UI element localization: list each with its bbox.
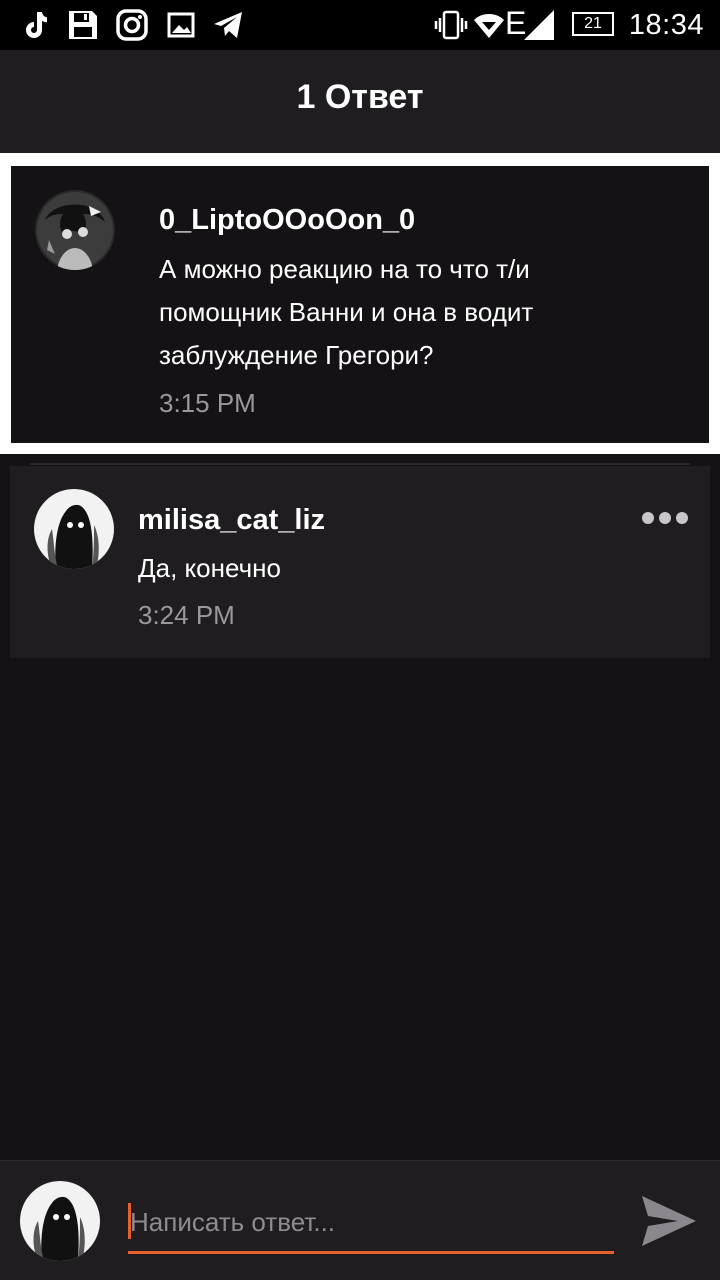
comment-author[interactable]: milisa_cat_liz [138,504,325,537]
reply-comment[interactable]: milisa_cat_liz Да, конечно 3:24 PM [10,466,710,658]
wifi-icon [472,8,506,42]
page-title: 1 Ответ [296,78,424,116]
avatar[interactable] [35,190,115,270]
comment-author[interactable]: 0_LiptoOOoOon_0 [159,204,415,237]
text-cursor [128,1203,131,1239]
telegram-icon [211,8,245,42]
more-options-button[interactable] [642,510,688,526]
dot-icon [642,512,654,524]
replies-screen: E 21 18:34 1 Ответ 0_LiptoOOoOon_0 А мож… [0,0,720,1280]
send-icon [642,1196,696,1246]
parent-comment[interactable]: 0_LiptoOOoOon_0 А можно реакцию на то чт… [11,166,709,443]
comment-time: 3:24 PM [138,600,235,630]
reply-composer [0,1160,720,1280]
signal-icon [522,8,556,42]
battery-icon: 21 [572,12,614,36]
comment-text: А можно реакцию на то что т/и помощник В… [159,254,534,370]
reply-input[interactable] [128,1199,614,1254]
comment-time: 3:15 PM [159,388,256,418]
battery-level: 21 [584,15,602,32]
vibrate-icon [434,8,468,42]
status-bar: E 21 18:34 [0,0,720,50]
avatar[interactable] [34,489,114,569]
dot-icon [676,512,688,524]
app-header: 1 Ответ [0,50,720,153]
comment-text: Да, конечно [138,553,281,583]
dot-icon [659,512,671,524]
current-user-avatar [20,1181,100,1261]
highlight-frame: 0_LiptoOOoOon_0 А можно реакцию на то чт… [0,153,720,454]
tiktok-icon [18,8,52,42]
gallery-icon [164,8,198,42]
save-icon [66,8,100,42]
send-button[interactable] [640,1192,698,1250]
instagram-icon [115,8,149,42]
clock: 18:34 [628,9,704,41]
divider [30,463,690,465]
